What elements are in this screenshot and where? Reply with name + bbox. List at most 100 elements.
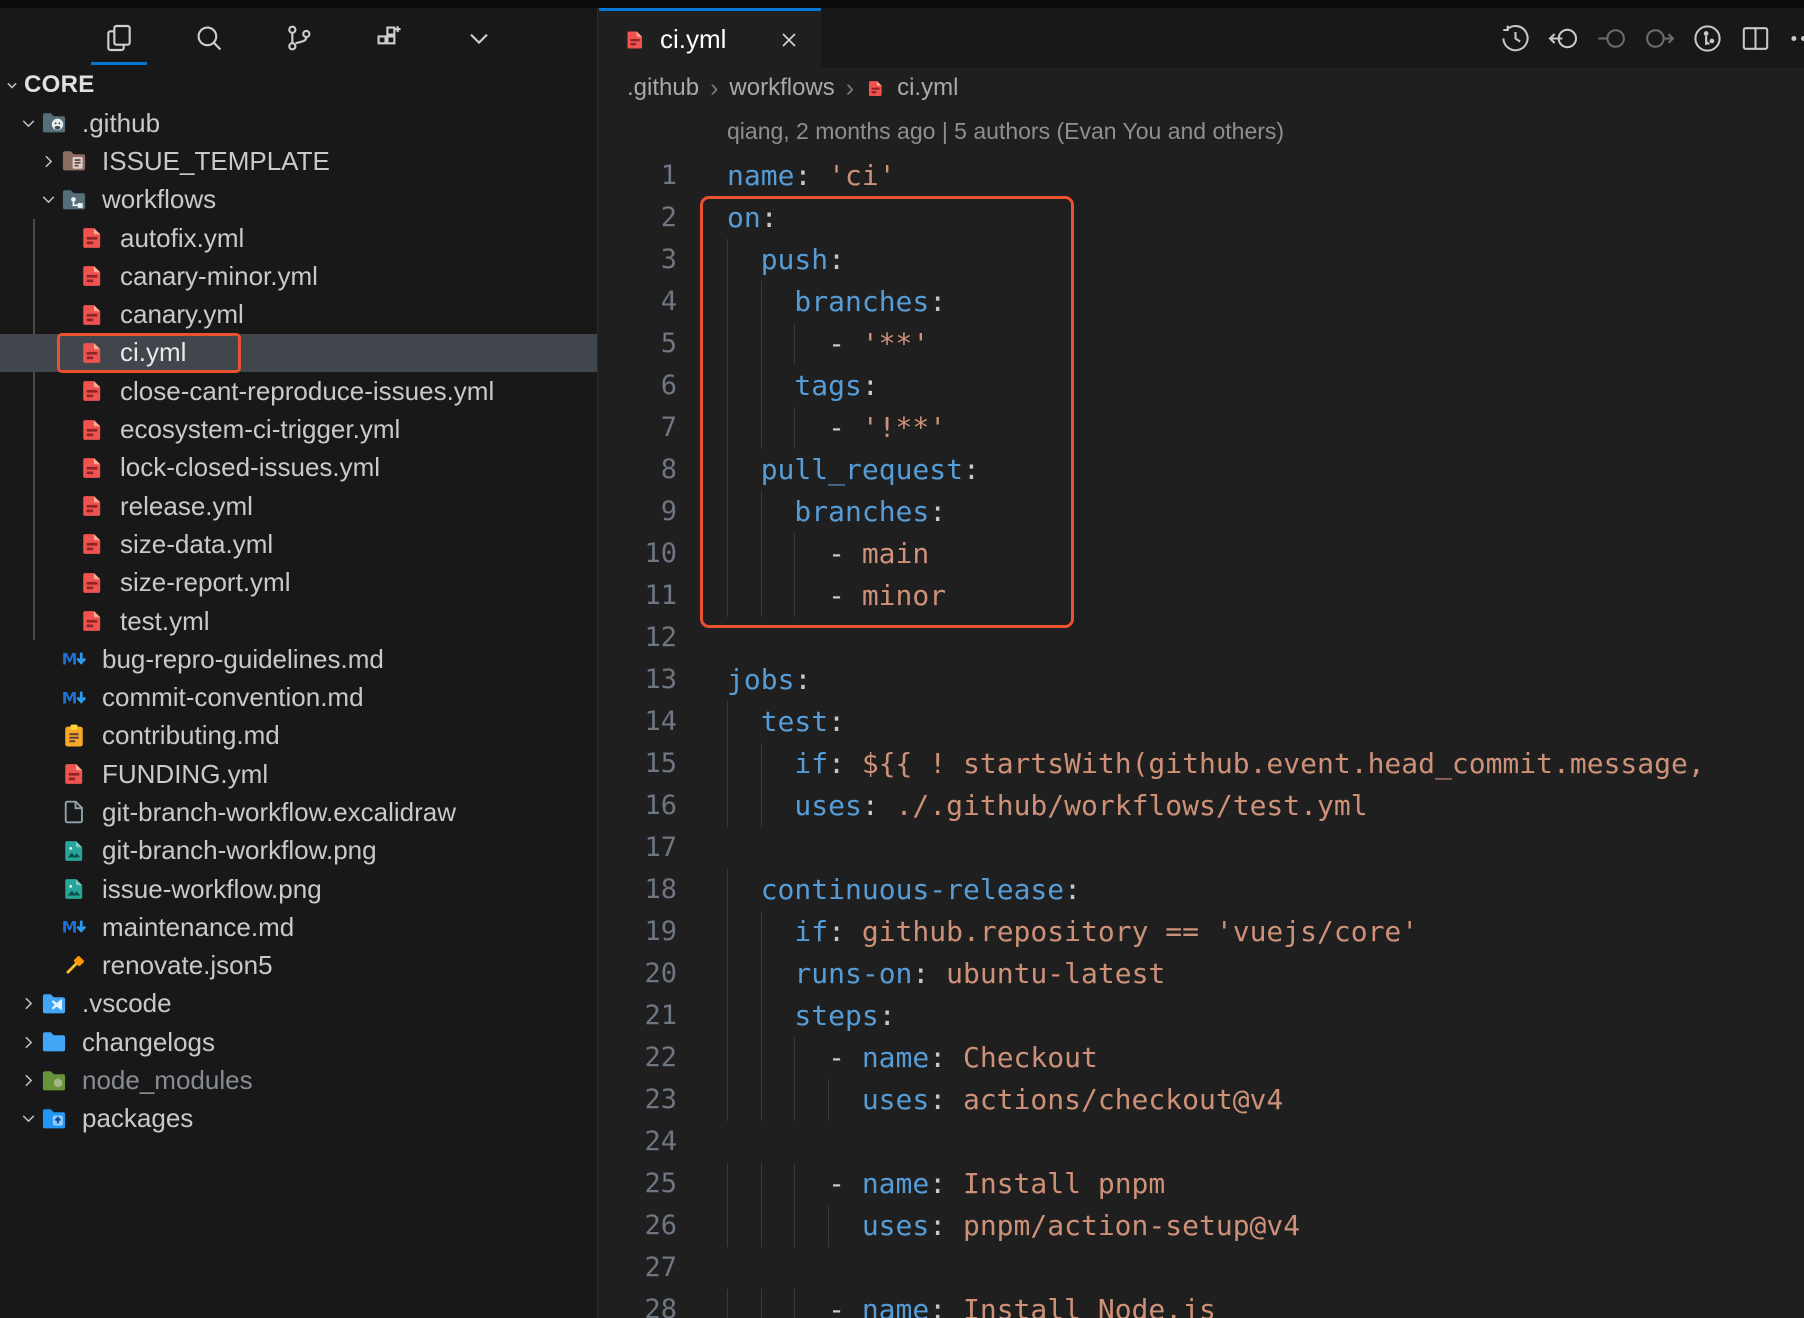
- line-number[interactable]: 5: [599, 323, 677, 365]
- line-number[interactable]: 20: [599, 953, 677, 995]
- line-number[interactable]: 21: [599, 995, 677, 1037]
- more-actions-icon[interactable]: [1787, 22, 1804, 55]
- code-line-13[interactable]: 13jobs:: [599, 659, 1804, 701]
- chevron-right-icon[interactable]: [36, 151, 60, 172]
- chevron-right-icon[interactable]: [16, 993, 40, 1014]
- tree-item-canary-yml[interactable]: canary.yml: [0, 295, 597, 333]
- tree-item-issue-template[interactable]: ISSUE_TEMPLATE: [0, 142, 597, 180]
- code-line-7[interactable]: 7- '!**': [599, 407, 1804, 449]
- tree-item-git-branch-workflow-excalidraw[interactable]: git-branch-workflow.excalidraw: [0, 793, 597, 831]
- code-lines[interactable]: 1name: 'ci'2on:3push:4branches:5- '**'6t…: [599, 155, 1804, 1318]
- tree-item-maintenance-md[interactable]: Mmaintenance.md: [0, 908, 597, 946]
- line-number[interactable]: 26: [599, 1205, 677, 1247]
- explorer-icon[interactable]: [88, 11, 150, 65]
- code-line-8[interactable]: 8pull_request:: [599, 449, 1804, 491]
- code-line-22[interactable]: 22- name: Checkout: [599, 1037, 1804, 1079]
- line-number[interactable]: 10: [599, 533, 677, 575]
- explorer-root-header[interactable]: CORE: [0, 66, 597, 104]
- tree-item-autofix-yml[interactable]: autofix.yml: [0, 219, 597, 257]
- code-line-3[interactable]: 3push:: [599, 239, 1804, 281]
- tree-item-packages[interactable]: packages: [0, 1100, 597, 1138]
- tree-item-size-report-yml[interactable]: size-report.yml: [0, 564, 597, 602]
- code-line-25[interactable]: 25- name: Install pnpm: [599, 1163, 1804, 1205]
- tree-item--github[interactable]: .github: [0, 104, 597, 142]
- line-number[interactable]: 2: [599, 197, 677, 239]
- code-line-4[interactable]: 4branches:: [599, 281, 1804, 323]
- code-line-11[interactable]: 11- minor: [599, 575, 1804, 617]
- code-line-21[interactable]: 21steps:: [599, 995, 1804, 1037]
- tree-item-git-branch-workflow-png[interactable]: git-branch-workflow.png: [0, 832, 597, 870]
- code-line-26[interactable]: 26uses: pnpm/action-setup@v4: [599, 1205, 1804, 1247]
- tree-item--vscode[interactable]: .vscode: [0, 985, 597, 1023]
- code-line-15[interactable]: 15if: ${{ ! startsWith(github.event.head…: [599, 743, 1804, 785]
- extensions-icon[interactable]: [358, 11, 420, 65]
- more-views-icon[interactable]: [448, 11, 510, 65]
- code-line-10[interactable]: 10- main: [599, 533, 1804, 575]
- code-line-23[interactable]: 23uses: actions/checkout@v4: [599, 1079, 1804, 1121]
- line-number[interactable]: 11: [599, 575, 677, 617]
- code-line-28[interactable]: 28- name: Install Node.js: [599, 1289, 1804, 1318]
- code-line-16[interactable]: 16uses: ./.github/workflows/test.yml: [599, 785, 1804, 827]
- tree-item-canary-minor-yml[interactable]: canary-minor.yml: [0, 257, 597, 295]
- tree-item-workflows[interactable]: workflows: [0, 181, 597, 219]
- code-line-12[interactable]: 12: [599, 617, 1804, 659]
- code-line-27[interactable]: 27: [599, 1247, 1804, 1289]
- code-line-9[interactable]: 9branches:: [599, 491, 1804, 533]
- tab-ci-yml[interactable]: ci.yml: [599, 8, 821, 68]
- code-editor[interactable]: qiang, 2 months ago | 5 authors (Evan Yo…: [599, 108, 1804, 1318]
- search-icon[interactable]: [178, 11, 240, 65]
- tree-item-lock-closed-issues-yml[interactable]: lock-closed-issues.yml: [0, 449, 597, 487]
- line-number[interactable]: 15: [599, 743, 677, 785]
- line-number[interactable]: 8: [599, 449, 677, 491]
- line-number[interactable]: 4: [599, 281, 677, 323]
- chevron-down-icon[interactable]: [16, 113, 40, 134]
- line-number[interactable]: 14: [599, 701, 677, 743]
- code-line-5[interactable]: 5- '**': [599, 323, 1804, 365]
- tree-item-size-data-yml[interactable]: size-data.yml: [0, 525, 597, 563]
- tree-item-ecosystem-ci-trigger-yml[interactable]: ecosystem-ci-trigger.yml: [0, 410, 597, 448]
- source-control-icon[interactable]: [268, 11, 330, 65]
- tree-item-bug-repro-guidelines-md[interactable]: Mbug-repro-guidelines.md: [0, 640, 597, 678]
- close-tab-icon[interactable]: [777, 28, 801, 52]
- chevron-right-icon[interactable]: [16, 1032, 40, 1053]
- line-number[interactable]: 3: [599, 239, 677, 281]
- line-number[interactable]: 18: [599, 869, 677, 911]
- tree-item-release-yml[interactable]: release.yml: [0, 487, 597, 525]
- line-number[interactable]: 7: [599, 407, 677, 449]
- code-line-20[interactable]: 20runs-on: ubuntu-latest: [599, 953, 1804, 995]
- line-number[interactable]: 22: [599, 1037, 677, 1079]
- tree-item-test-yml[interactable]: test.yml: [0, 602, 597, 640]
- timeline-icon[interactable]: [1499, 22, 1532, 55]
- code-line-24[interactable]: 24: [599, 1121, 1804, 1163]
- chevron-down-icon[interactable]: [36, 189, 60, 210]
- split-editor-icon[interactable]: [1739, 22, 1772, 55]
- line-number[interactable]: 17: [599, 827, 677, 869]
- tree-item-issue-workflow-png[interactable]: issue-workflow.png: [0, 870, 597, 908]
- line-number[interactable]: 9: [599, 491, 677, 533]
- code-line-17[interactable]: 17: [599, 827, 1804, 869]
- line-number[interactable]: 28: [599, 1289, 677, 1318]
- breadcrumb-item-ci-yml[interactable]: ci.yml: [897, 74, 958, 102]
- open-previous-change-icon[interactable]: [1547, 22, 1580, 55]
- line-number[interactable]: 25: [599, 1163, 677, 1205]
- tree-item-commit-convention-md[interactable]: Mcommit-convention.md: [0, 678, 597, 716]
- chevron-right-icon[interactable]: [16, 1070, 40, 1091]
- line-number[interactable]: 6: [599, 365, 677, 407]
- tree-item-contributing-md[interactable]: contributing.md: [0, 717, 597, 755]
- code-line-1[interactable]: 1name: 'ci': [599, 155, 1804, 197]
- line-number[interactable]: 24: [599, 1121, 677, 1163]
- line-number[interactable]: 16: [599, 785, 677, 827]
- previous-change-icon[interactable]: [1595, 22, 1628, 55]
- code-line-6[interactable]: 6tags:: [599, 365, 1804, 407]
- code-line-2[interactable]: 2on:: [599, 197, 1804, 239]
- line-number[interactable]: 19: [599, 911, 677, 953]
- breadcrumb-item-github[interactable]: .github: [627, 74, 699, 102]
- breadcrumb-item-workflows[interactable]: workflows: [729, 74, 834, 102]
- line-number[interactable]: 13: [599, 659, 677, 701]
- tree-item-renovate-json5[interactable]: renovate.json5: [0, 947, 597, 985]
- tree-item-node-modules[interactable]: node_modules: [0, 1061, 597, 1099]
- line-number[interactable]: 27: [599, 1247, 677, 1289]
- code-line-18[interactable]: 18continuous-release:: [599, 869, 1804, 911]
- tree-item-close-cant-reproduce-issues-yml[interactable]: close-cant-reproduce-issues.yml: [0, 372, 597, 410]
- tree-item-changelogs[interactable]: changelogs: [0, 1023, 597, 1061]
